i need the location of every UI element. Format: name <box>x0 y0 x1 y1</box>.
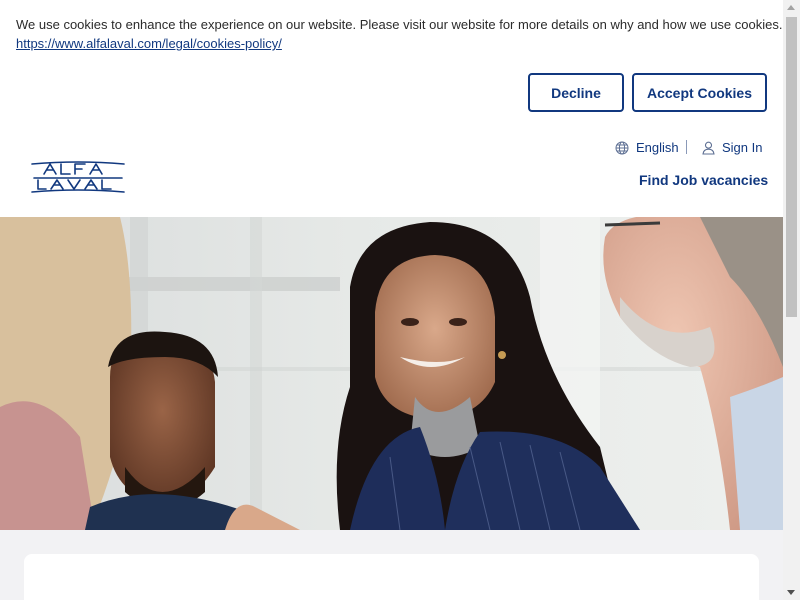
cookie-message: We use cookies to enhance the experience… <box>16 17 783 32</box>
scroll-down-arrow-icon[interactable] <box>787 590 795 595</box>
globe-icon <box>615 141 629 154</box>
cookie-policy-link[interactable]: https://www.alfalaval.com/legal/cookies-… <box>16 36 282 51</box>
nav-find-job-vacancies[interactable]: Find Job vacancies <box>639 172 768 188</box>
scroll-up-arrow-icon[interactable] <box>787 5 795 10</box>
sign-in-label: Sign In <box>722 140 763 155</box>
hero-image <box>0 217 783 530</box>
scrollbar-thumb[interactable] <box>786 17 797 317</box>
sign-in-link[interactable]: Sign In <box>702 140 762 155</box>
page: We use cookies to enhance the experience… <box>0 0 783 600</box>
vertical-scrollbar[interactable] <box>783 0 800 600</box>
accept-cookies-button[interactable]: Accept Cookies <box>632 73 767 112</box>
content-card <box>24 554 759 600</box>
user-icon <box>702 141 715 155</box>
alfa-laval-logo[interactable] <box>30 158 126 194</box>
decline-button[interactable]: Decline <box>528 73 624 112</box>
header-divider <box>686 140 687 154</box>
language-selector[interactable]: English <box>615 140 679 155</box>
language-label: English <box>636 140 679 155</box>
site-header: English Sign In Find Job vacancies <box>0 128 783 217</box>
cookie-banner: We use cookies to enhance the experience… <box>0 0 783 128</box>
